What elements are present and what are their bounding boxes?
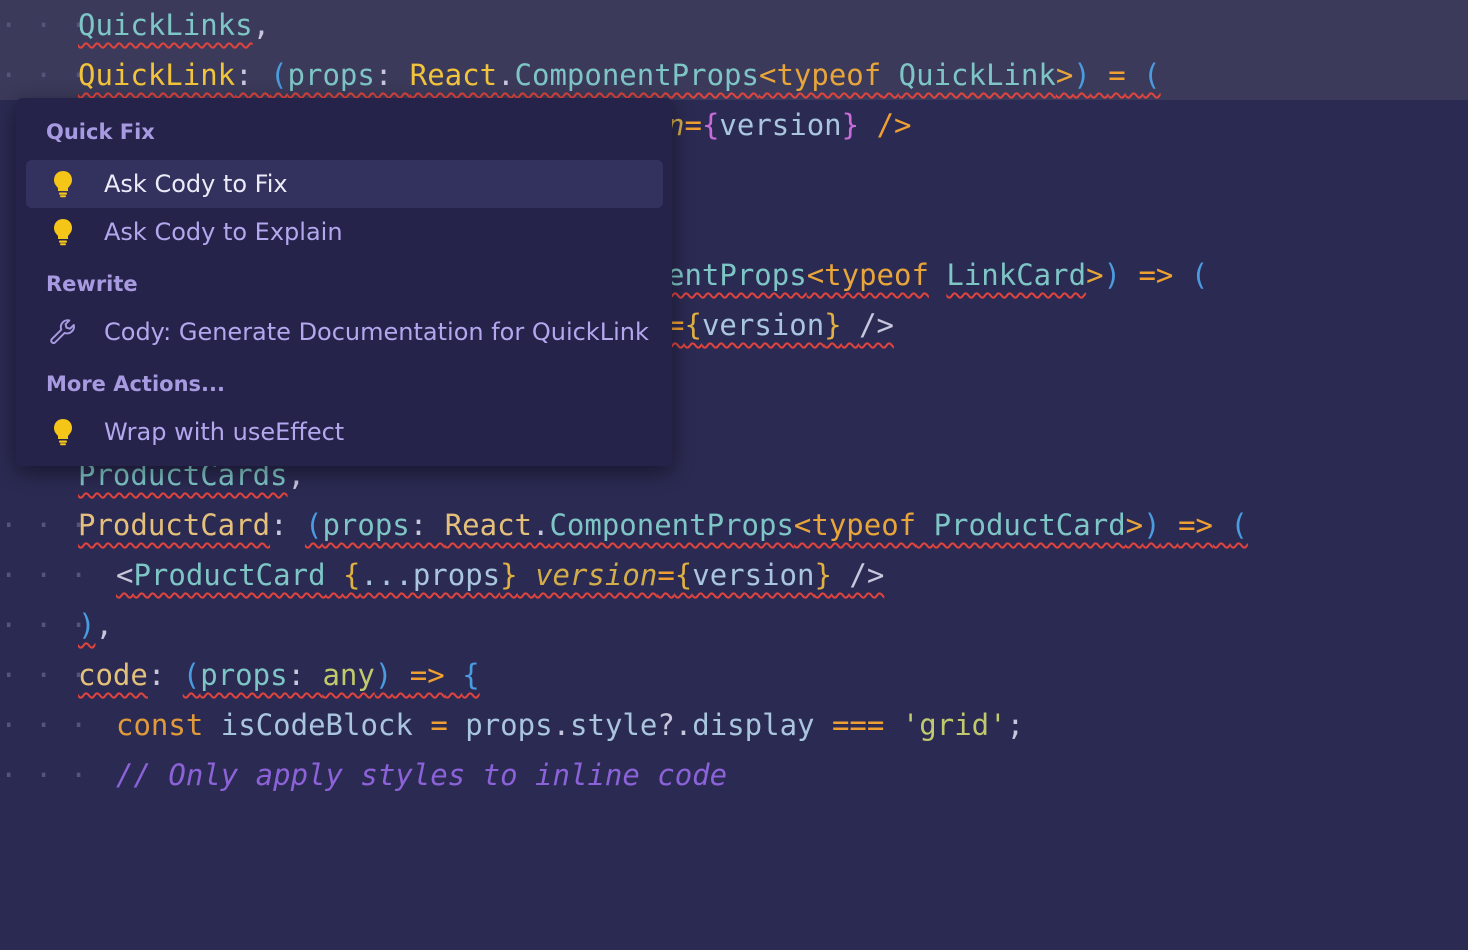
code-text: ), (78, 608, 113, 642)
code-text: QuickLinks, (78, 8, 271, 42)
indent-guides: · · · (0, 558, 88, 592)
code-text: ProductCard: (props: React.ComponentProp… (78, 508, 1248, 542)
indent-guides: · · · (0, 58, 88, 92)
wrench-icon (50, 319, 75, 344)
code-text: QuickLink: (props: React.ComponentProps<… (78, 58, 1161, 92)
indent-guides: · · · (0, 8, 88, 42)
section-header-quick-fix: Quick Fix (46, 120, 155, 144)
menu-item-label: Cody: Generate Documentation for QuickLi… (104, 318, 649, 346)
code-line[interactable]: · · · ), (0, 600, 1468, 650)
menu-item-label: Ask Cody to Explain (104, 218, 343, 246)
menu-item-label: Ask Cody to Fix (104, 170, 288, 198)
code-line[interactable]: · · · <ProductCard {...props} version={v… (0, 550, 1468, 600)
indent-guides: · · · (0, 608, 88, 642)
menu-item-wrap-useeffect[interactable]: Wrap with useEffect (26, 408, 663, 456)
code-line[interactable]: · · · QuickLinks, (0, 0, 1468, 50)
code-line[interactable]: · · · code: (props: any) => { (0, 650, 1468, 700)
code-text: code: (props: any) => { (78, 658, 480, 692)
menu-item-label: Wrap with useEffect (104, 418, 345, 446)
section-header-more-actions: More Actions... (46, 372, 225, 396)
lightbulb-icon (54, 171, 72, 198)
code-line[interactable]: · · · QuickLink: (props: React.Component… (0, 50, 1468, 100)
section-header-rewrite: Rewrite (46, 272, 138, 296)
menu-item-ask-cody-fix[interactable]: Ask Cody to Fix (26, 160, 663, 208)
code-line[interactable]: · · · const isCodeBlock = props.style?.d… (0, 700, 1468, 750)
indent-guides: · · · (0, 758, 88, 792)
menu-item-generate-docs[interactable]: Cody: Generate Documentation for QuickLi… (26, 308, 663, 356)
lightbulb-icon (54, 419, 72, 446)
indent-guides: · · · (0, 658, 88, 692)
indent-guides: · · · (0, 508, 88, 542)
code-line[interactable]: · · · ProductCard: (props: React.Compone… (0, 500, 1468, 550)
code-text: ={version} /> (667, 308, 895, 342)
code-line[interactable]: · · · // Only apply styles to inline cod… (0, 750, 1468, 800)
code-text: const isCodeBlock = props.style?.display… (116, 708, 1025, 742)
menu-item-ask-cody-explain[interactable]: Ask Cody to Explain (26, 208, 663, 256)
code-text: entProps<typeof LinkCard>) => ( (667, 258, 1209, 292)
lightbulb-icon (54, 219, 72, 246)
code-comment: // Only apply styles to inline code (116, 758, 728, 792)
indent-guides: · · · (0, 708, 88, 742)
code-text: n={version} /> (667, 108, 912, 142)
quick-fix-menu[interactable]: Quick Fix Ask Cody to Fix Ask Cody to Ex… (16, 98, 672, 466)
code-text: <ProductCard {...props} version={version… (116, 558, 885, 592)
